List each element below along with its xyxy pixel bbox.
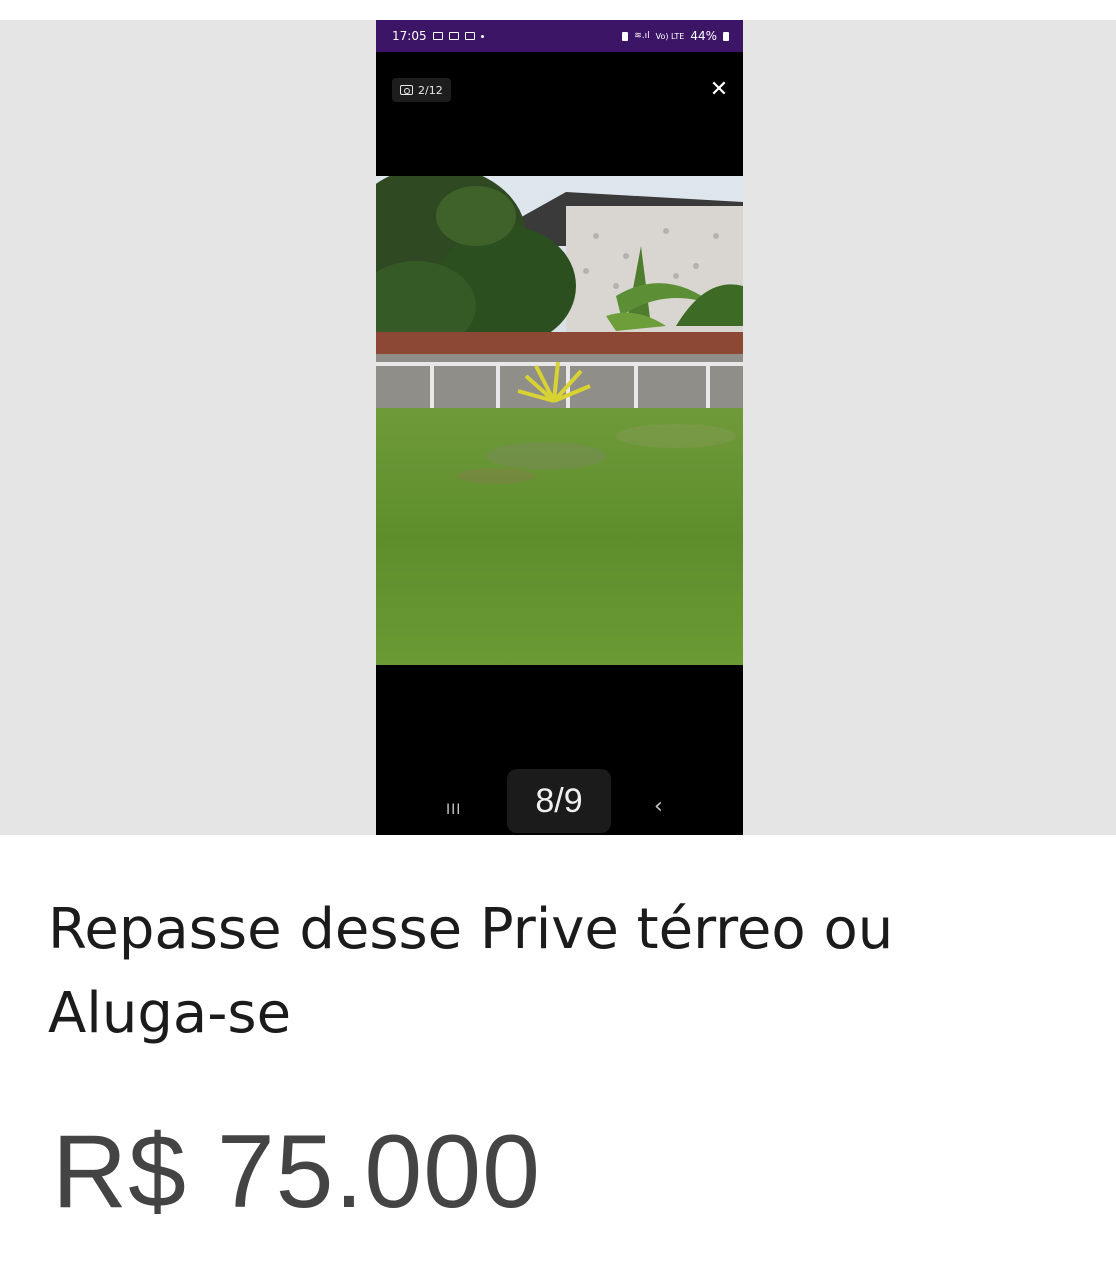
status-time: 17:05 <box>392 29 427 43</box>
property-photo[interactable] <box>376 176 743 665</box>
alarm-icon <box>622 31 629 41</box>
image-icon <box>432 32 443 40</box>
gallery-page-indicator: 8/9 <box>507 769 611 833</box>
battery-level: 44% <box>690 29 717 43</box>
network-type: Vo) LTE <box>655 31 685 41</box>
battery-icon <box>723 31 729 41</box>
wifi-signal-icon: ≋.ıl <box>634 31 650 41</box>
top-margin <box>0 0 1116 20</box>
back-button[interactable]: ‹ <box>654 794 663 819</box>
camera-icon <box>400 85 413 95</box>
property-photo-image <box>376 176 743 665</box>
listing-price: R$ 75.000 <box>52 1114 541 1230</box>
status-left: 17:05 <box>392 29 484 43</box>
photo-counter-badge: 2/12 <box>392 78 451 102</box>
message-icon <box>464 32 475 40</box>
phone-screenshot: 17:05 ≋.ıl Vo) LTE 44% 2/12 ✕ III ‹ <box>376 20 743 835</box>
status-right: ≋.ıl Vo) LTE 44% <box>622 29 729 43</box>
more-notifications-icon <box>480 34 484 38</box>
photo-gallery[interactable]: 17:05 ≋.ıl Vo) LTE 44% 2/12 ✕ III ‹ 8/9 <box>0 20 1116 835</box>
recent-apps-button[interactable]: III <box>446 802 461 818</box>
notification-icon <box>448 32 459 40</box>
close-button[interactable]: ✕ <box>707 78 731 102</box>
photo-counter-text: 2/12 <box>418 83 443 97</box>
listing-title: Repasse desse Prive térreo ou Aluga-se <box>48 897 894 1046</box>
page-indicator-text: 8/9 <box>535 781 583 820</box>
close-icon: ✕ <box>709 77 729 102</box>
status-bar: 17:05 ≋.ıl Vo) LTE 44% <box>376 20 743 52</box>
